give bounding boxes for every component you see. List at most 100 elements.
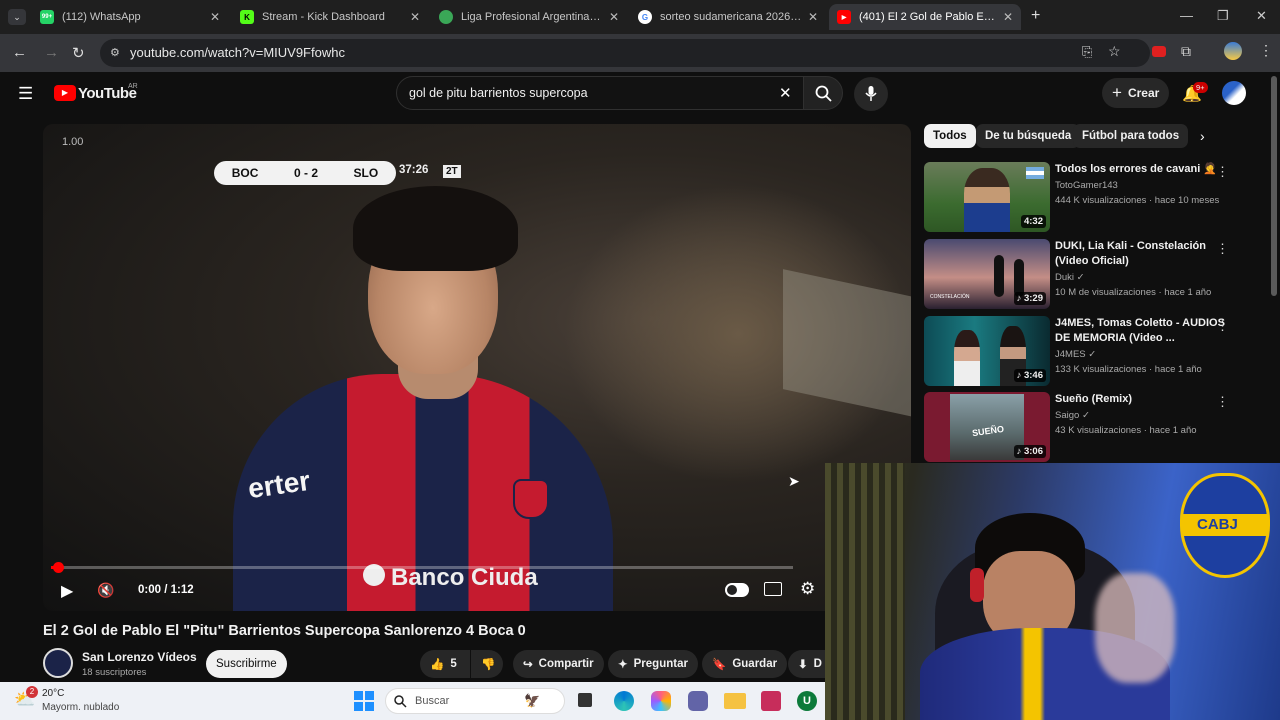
person-hand	[1095, 573, 1175, 683]
more-options-icon[interactable]: ⋮	[1216, 394, 1229, 410]
back-icon[interactable]: ←	[12, 44, 27, 61]
video-title: El 2 Gol de Pablo El "Pitu" Barrientos S…	[43, 623, 526, 639]
file-explorer-icon[interactable]	[724, 693, 746, 709]
hamburger-menu-icon[interactable]: ☰	[18, 84, 33, 104]
suggestion-meta: 444 K visualizaciones · hace 10 meses	[1055, 195, 1220, 206]
thumb-figure	[964, 168, 1010, 232]
mute-icon[interactable]: 🔇	[97, 582, 114, 599]
copilot-icon[interactable]	[651, 691, 671, 711]
chip-football[interactable]: Fútbol para todos	[1073, 124, 1189, 148]
teams-icon[interactable]	[688, 691, 708, 711]
edge-icon[interactable]	[614, 691, 634, 711]
page-scrollbar[interactable]	[1271, 76, 1277, 296]
whatsapp-icon: 99+	[40, 10, 54, 24]
share-icon: ↪	[523, 659, 533, 671]
download-button[interactable]: ⬇ D	[788, 650, 825, 678]
close-tab-icon[interactable]: ✕	[1003, 10, 1013, 24]
extension-red-icon[interactable]	[1152, 46, 1166, 57]
like-button[interactable]: 👍 5	[420, 650, 470, 678]
close-tab-icon[interactable]: ✕	[410, 10, 420, 24]
chip-from-search[interactable]: De tu búsqueda	[976, 124, 1081, 148]
app-u-icon[interactable]: U	[797, 691, 817, 711]
install-app-icon[interactable]: ⎘	[1082, 44, 1092, 60]
subscriber-count: 18 suscriptores	[82, 667, 147, 678]
youtube-favicon-icon: ▶	[837, 10, 851, 24]
windows-taskbar: ⛅ 2 20°C Mayorm. nublado Buscar 🦅 U	[0, 682, 825, 720]
app-icon[interactable]	[761, 691, 781, 711]
progress-bar[interactable]	[51, 566, 793, 569]
close-window-icon[interactable]: ✕	[1256, 8, 1267, 24]
profile-avatar[interactable]	[1224, 42, 1242, 60]
close-tab-icon[interactable]: ✕	[609, 10, 619, 24]
progress-scrubber[interactable]	[53, 562, 65, 573]
weather-desc: Mayorm. nublado	[42, 702, 120, 713]
more-options-icon[interactable]: ⋮	[1216, 241, 1229, 257]
video-player[interactable]: erter Banco Ciuda 1.00 BOC 0 - 2 SLO 37:…	[43, 124, 911, 611]
share-label: Compartir	[538, 658, 594, 670]
browser-menu-icon[interactable]: ⋮	[1259, 42, 1273, 59]
chevron-right-icon[interactable]: ›	[1200, 128, 1205, 144]
youtube-logo-icon[interactable]: ▶	[54, 85, 76, 101]
tab-google[interactable]: G sorteo sudamericana 2026 - Bu ✕	[630, 4, 826, 30]
clear-search-icon[interactable]: ✕	[779, 84, 792, 102]
new-tab-icon[interactable]: +	[1031, 7, 1040, 25]
tab-youtube[interactable]: ▶ (401) El 2 Gol de Pablo El "Pitu" ✕	[829, 4, 1021, 30]
task-view-icon[interactable]	[578, 693, 592, 707]
bookmark-star-icon[interactable]: ☆	[1108, 43, 1121, 60]
suggestion-item[interactable]: CONSTELACIÓN ♪ 3:29 DUKI, Lia Kali - Con…	[924, 239, 1264, 311]
minimize-icon[interactable]: —	[1180, 8, 1193, 23]
tab-whatsapp[interactable]: 99+ (112) WhatsApp ✕	[32, 4, 228, 30]
taskbar-search-box[interactable]: Buscar 🦅	[385, 688, 565, 714]
tab-search-button[interactable]: ⌄	[8, 9, 26, 25]
google-icon: G	[638, 10, 652, 24]
suggestion-title: Todos los errores de cavani 🤦	[1055, 163, 1218, 175]
weather-temp: 20°C	[42, 688, 65, 699]
player-hair	[353, 186, 518, 271]
chip-all[interactable]: Todos	[924, 124, 976, 148]
search-input[interactable]: gol de pitu barrientos supercopa ✕	[396, 76, 804, 110]
suggestion-item[interactable]: ♪ 3:46 J4MES, Tomas Coletto - AUDIOS DE …	[924, 316, 1264, 388]
voice-search-button[interactable]	[854, 77, 888, 111]
settings-gear-icon[interactable]: ⚙	[800, 579, 815, 599]
verified-icon: ✓	[1081, 410, 1090, 421]
extensions-puzzle-icon[interactable]: ⧉	[1181, 43, 1191, 60]
site-info-icon[interactable]: ⚙	[110, 46, 120, 59]
restore-icon[interactable]: ❐	[1217, 8, 1229, 24]
ask-button[interactable]: ✦ Preguntar	[608, 650, 698, 678]
duration: ♪ 3:06	[1013, 445, 1046, 458]
speed-hint: 1.00	[62, 136, 84, 148]
more-options-icon[interactable]: ⋮	[1216, 318, 1229, 334]
duration: ♪ 3:46	[1013, 369, 1046, 382]
create-button[interactable]: + Crear	[1102, 78, 1170, 108]
address-bar[interactable]: ⚙ youtube.com/watch?v=MIUV9Ffowhc ⎘ ☆	[100, 39, 1150, 67]
subscribe-button[interactable]: Suscribirme	[206, 650, 287, 678]
search-button[interactable]	[803, 76, 843, 110]
like-count: 5	[450, 658, 457, 670]
channel-avatar[interactable]	[43, 648, 73, 678]
suggestion-item[interactable]: 4:32 Todos los errores de cavani 🤦 TotoG…	[924, 162, 1264, 234]
tab-liga[interactable]: Liga Profesional Argentina - PC ✕	[431, 4, 627, 30]
subtitles-icon[interactable]	[764, 582, 782, 596]
close-tab-icon[interactable]: ✕	[808, 10, 818, 24]
headset	[970, 568, 984, 602]
close-tab-icon[interactable]: ✕	[210, 10, 220, 24]
windows-start-icon[interactable]	[354, 691, 374, 711]
suggestion-meta: 10 M de visualizaciones · hace 1 año	[1055, 287, 1212, 298]
search-icon	[815, 85, 832, 102]
more-options-icon[interactable]: ⋮	[1216, 164, 1229, 180]
share-button[interactable]: ↪ Compartir	[513, 650, 604, 678]
reload-icon[interactable]: ↻	[72, 44, 85, 62]
home-team: BOC	[231, 166, 259, 180]
country-code: AR	[128, 83, 138, 90]
dislike-button[interactable]: 👎	[471, 650, 503, 678]
account-avatar[interactable]	[1222, 81, 1246, 105]
forward-icon[interactable]: →	[44, 44, 59, 61]
suggestion-item[interactable]: SUEÑO ♪ 3:06 Sueño (Remix) Saigo ✓ 43 K …	[924, 392, 1264, 464]
play-icon[interactable]: ▶	[61, 581, 73, 601]
save-button[interactable]: 🔖 Guardar	[702, 650, 788, 678]
channel-name[interactable]: San Lorenzo Vídeos	[82, 650, 197, 664]
tab-kick[interactable]: K Stream - Kick Dashboard ✕	[232, 4, 428, 30]
autoplay-toggle[interactable]	[725, 583, 749, 597]
notification-count-badge: 9+	[1193, 82, 1208, 93]
microphone-icon	[865, 86, 877, 101]
